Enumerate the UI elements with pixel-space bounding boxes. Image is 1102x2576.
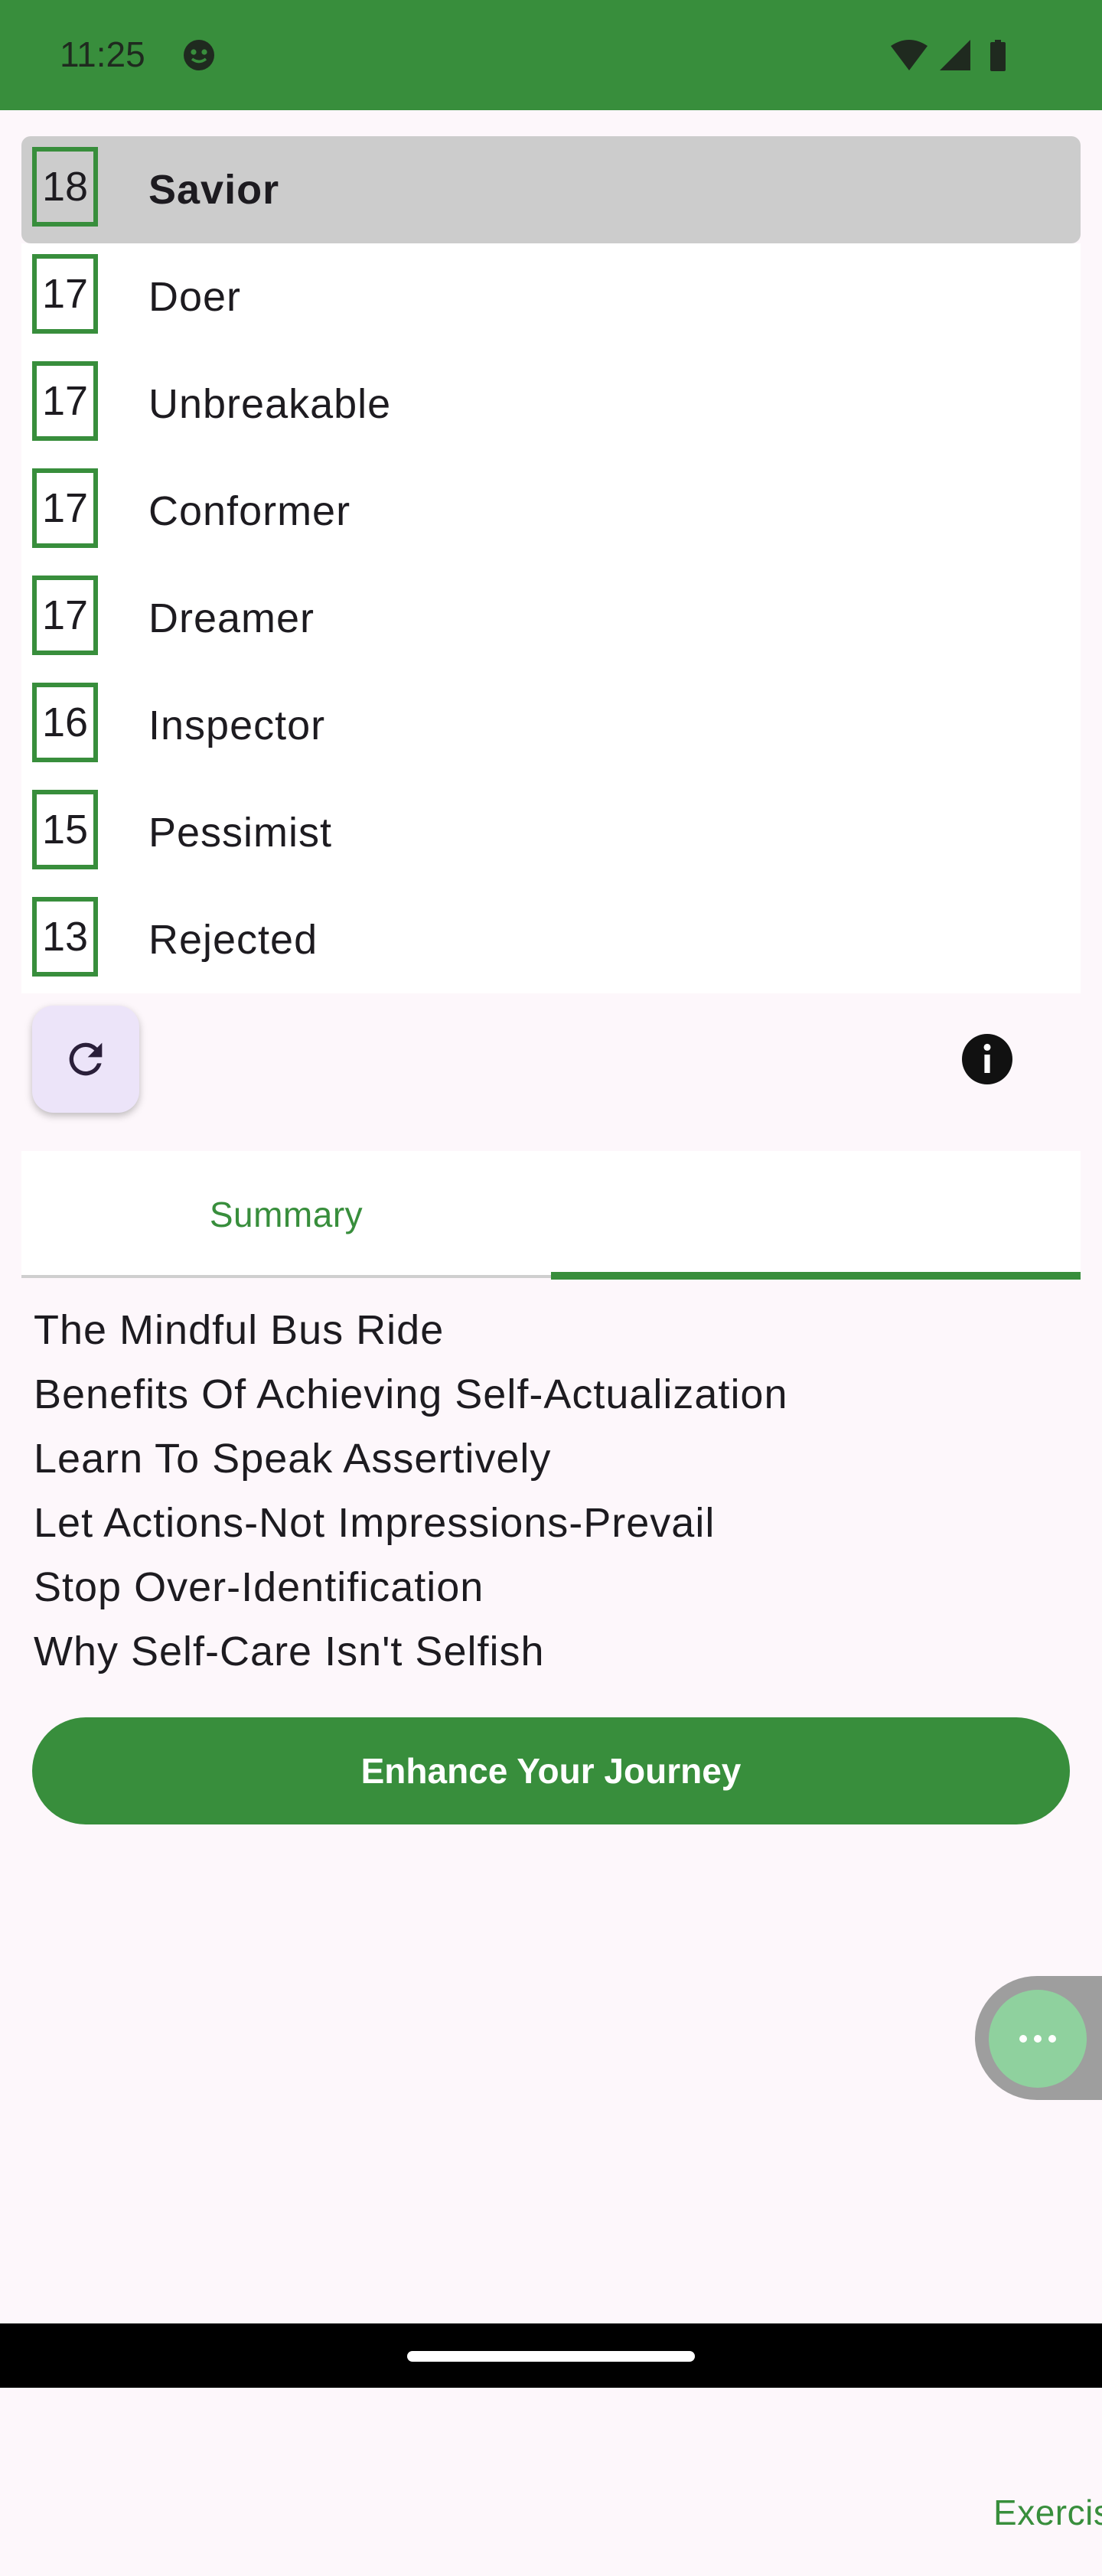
- tab-indicator: [551, 1272, 1081, 1280]
- battery-icon: [990, 40, 1006, 71]
- exercise-item[interactable]: Learn To Speak Assertively: [34, 1427, 1074, 1491]
- status-time: 11:25: [60, 34, 145, 74]
- trait-row[interactable]: 17 Doer: [21, 243, 1081, 351]
- trait-row[interactable]: 15 Pessimist: [21, 779, 1081, 886]
- trait-row[interactable]: 17 Conformer: [21, 458, 1081, 565]
- trait-label: Unbreakable: [148, 381, 392, 427]
- refresh-icon: [69, 1042, 103, 1076]
- trait-row[interactable]: 17 Dreamer: [21, 565, 1081, 672]
- signal-icon: [940, 40, 970, 70]
- trait-row[interactable]: 13 Rejected: [21, 886, 1081, 993]
- trait-score: 17: [32, 361, 98, 441]
- exercise-item[interactable]: Why Self-Care Isn't Selfish: [34, 1619, 1074, 1684]
- tab-summary[interactable]: Summary: [21, 1151, 551, 1278]
- trait-row[interactable]: 16 Inspector: [21, 672, 1081, 779]
- trait-label: Dreamer: [148, 595, 315, 641]
- trait-score: 15: [32, 790, 98, 869]
- trait-score: 17: [32, 254, 98, 334]
- smiley-icon: [184, 40, 214, 70]
- trait-score: 17: [32, 468, 98, 548]
- chat-launcher-button[interactable]: [989, 1990, 1087, 2088]
- trait-score: 16: [32, 683, 98, 762]
- trait-label: Inspector: [148, 703, 326, 748]
- refresh-button[interactable]: [32, 1006, 139, 1113]
- trait-score: 18: [32, 147, 98, 227]
- more-dots-icon: [1019, 2035, 1056, 2043]
- exercise-item[interactable]: Benefits Of Achieving Self-Actualization: [34, 1362, 1074, 1427]
- exercise-item[interactable]: Stop Over-Identification: [34, 1555, 1074, 1619]
- home-handle[interactable]: [407, 2351, 695, 2362]
- exercise-list: The Mindful Bus Ride Benefits Of Achievin…: [34, 1298, 1074, 1684]
- trait-score: 13: [32, 897, 98, 977]
- wifi-icon: [891, 40, 928, 70]
- trait-label: Pessimist: [148, 810, 333, 856]
- trait-label: Rejected: [148, 917, 318, 963]
- tab-bar: Summary Exercises: [21, 1151, 1102, 2532]
- status-bar: 11:25: [0, 0, 1102, 110]
- enhance-journey-button[interactable]: Enhance Your Journey: [32, 1717, 1070, 1824]
- trait-row[interactable]: 18 Savior: [21, 136, 1081, 243]
- info-icon[interactable]: [960, 1032, 1015, 1087]
- trait-score: 17: [32, 576, 98, 655]
- status-icons: [891, 40, 1006, 71]
- trait-label: Savior: [148, 167, 280, 213]
- trait-label: Doer: [148, 274, 242, 320]
- trait-row[interactable]: 17 Unbreakable: [21, 351, 1081, 458]
- trait-label: Conformer: [148, 488, 351, 534]
- tab-exercises[interactable]: Exercises: [551, 2449, 1102, 2576]
- trait-list: 18 Savior 17 Doer 17 Unbreakable 17 Conformer 17…: [21, 136, 1081, 993]
- exercise-item[interactable]: The Mindful Bus Ride: [34, 1298, 1074, 1362]
- exercise-item[interactable]: Let Actions-Not Impressions-Prevail: [34, 1491, 1074, 1555]
- action-area: [21, 993, 1081, 1149]
